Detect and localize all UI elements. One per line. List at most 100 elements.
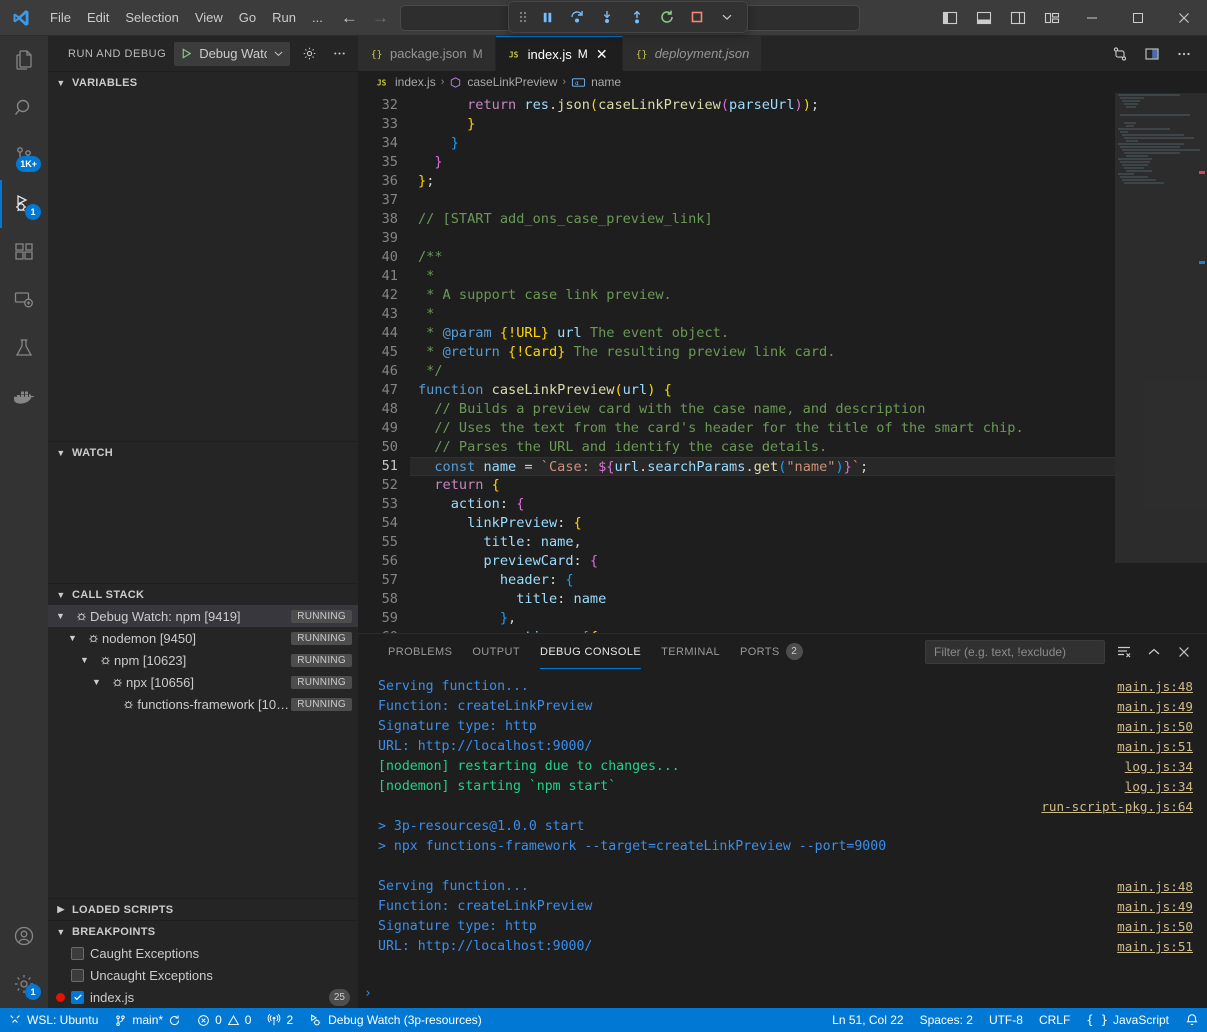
split-diff-icon[interactable] xyxy=(1109,46,1131,62)
collapse-panel-icon[interactable] xyxy=(1143,641,1165,663)
console-source-link[interactable]: main.js:50 xyxy=(1117,717,1193,737)
activity-extensions[interactable] xyxy=(0,228,48,276)
console-source-link[interactable]: main.js:48 xyxy=(1117,877,1193,897)
console-source-link[interactable]: run-script-pkg.js:64 xyxy=(1041,797,1193,817)
drag-handle-icon[interactable] xyxy=(515,10,531,24)
status-eol[interactable]: CRLF xyxy=(1031,1008,1078,1032)
console-source-link[interactable]: main.js:48 xyxy=(1117,677,1193,697)
status-remote-host[interactable]: WSL: Ubuntu xyxy=(0,1008,106,1032)
step-out-button[interactable] xyxy=(623,4,651,30)
console-source-link[interactable]: main.js:49 xyxy=(1117,697,1193,717)
minimize-button[interactable] xyxy=(1069,0,1115,35)
console-source-link[interactable]: main.js:50 xyxy=(1117,917,1193,937)
close-panel-icon[interactable] xyxy=(1173,641,1195,663)
status-language-mode[interactable]: { } JavaScript xyxy=(1078,1008,1177,1032)
call-stack-row[interactable]: ▼Debug Watch: npm [9419]RUNNING xyxy=(48,605,358,627)
more-icon[interactable] xyxy=(328,46,350,61)
panel-tab-debug-console[interactable]: DEBUG CONSOLE xyxy=(530,634,651,669)
status-notifications[interactable] xyxy=(1177,1008,1207,1032)
menu-go[interactable]: Go xyxy=(231,0,264,35)
tab-close-icon[interactable]: ✕ xyxy=(594,47,610,61)
call-stack-row[interactable]: ▼npx [10656]RUNNING xyxy=(48,671,358,693)
menu-run[interactable]: Run xyxy=(264,0,304,35)
code-content[interactable]: return res.json(caseLinkPreview(parseUrl… xyxy=(410,93,1115,633)
breakpoint-row[interactable]: Caught Exceptions xyxy=(48,942,358,964)
debug-console-output[interactable]: › Serving function...main.js:48Function:… xyxy=(358,669,1207,1008)
breakpoint-row[interactable]: index.js25 xyxy=(48,986,358,1008)
activity-explorer[interactable] xyxy=(0,36,48,84)
restart-button[interactable] xyxy=(653,4,681,30)
stop-button[interactable] xyxy=(683,4,711,30)
status-debug-session[interactable]: Debug Watch (3p-resources) xyxy=(301,1008,490,1032)
split-editor-icon[interactable] xyxy=(1141,46,1163,62)
chevron-down-icon[interactable] xyxy=(273,48,284,59)
call-stack-row[interactable]: functions-framework [106...RUNNING xyxy=(48,693,358,715)
breakpoints-header[interactable]: ▼ BREAKPOINTS xyxy=(48,920,358,942)
console-source-link[interactable]: main.js:51 xyxy=(1117,937,1193,957)
breakpoint-checkbox[interactable] xyxy=(71,991,84,1004)
call-stack-row[interactable]: ▼nodemon [9450]RUNNING xyxy=(48,627,358,649)
toggle-secondary-sidebar-icon[interactable] xyxy=(1001,0,1035,35)
activity-accounts[interactable] xyxy=(0,912,48,960)
status-branch[interactable]: main* xyxy=(106,1008,189,1032)
customize-layout-icon[interactable] xyxy=(1035,0,1069,35)
back-arrow-icon[interactable]: ← xyxy=(341,9,358,26)
activity-testing[interactable] xyxy=(0,324,48,372)
menu-selection[interactable]: Selection xyxy=(117,0,186,35)
console-source-link[interactable]: log.js:34 xyxy=(1125,777,1193,797)
console-source-link[interactable]: main.js:49 xyxy=(1117,897,1193,917)
status-ports[interactable]: 2 xyxy=(259,1008,301,1032)
minimap[interactable] xyxy=(1115,93,1207,633)
status-indentation[interactable]: Spaces: 2 xyxy=(912,1008,981,1032)
panel-tab-terminal[interactable]: TERMINAL xyxy=(651,634,730,669)
forward-arrow-icon[interactable]: → xyxy=(372,9,389,26)
panel-tab-problems[interactable]: PROBLEMS xyxy=(378,634,462,669)
console-filter-input[interactable]: Filter (e.g. text, !exclude) xyxy=(925,640,1105,664)
callstack-header[interactable]: ▼ CALL STACK xyxy=(48,583,358,605)
pause-button[interactable] xyxy=(533,4,561,30)
editor-tab-deployment-json[interactable]: {}deployment.json xyxy=(623,36,763,71)
activity-remote-explorer[interactable] xyxy=(0,276,48,324)
menu-file[interactable]: File xyxy=(42,0,79,35)
console-prompt-icon[interactable]: › xyxy=(364,984,372,1004)
loaded-scripts-header[interactable]: ▶ LOADED SCRIPTS xyxy=(48,898,358,920)
close-button[interactable] xyxy=(1161,0,1207,35)
breakpoint-checkbox[interactable] xyxy=(71,969,84,982)
breakpoint-checkbox[interactable] xyxy=(71,947,84,960)
launch-configuration-select[interactable]: Debug Watch xyxy=(174,42,290,66)
console-source-link[interactable]: main.js:51 xyxy=(1117,737,1193,757)
status-cursor-position[interactable]: Ln 51, Col 22 xyxy=(824,1008,911,1032)
breakpoint-row[interactable]: Uncaught Exceptions xyxy=(48,964,358,986)
status-problems[interactable]: 0 0 xyxy=(189,1008,259,1032)
chevron-down-icon[interactable] xyxy=(713,4,741,30)
breadcrumb-item[interactable]: caseLinkPreview xyxy=(449,75,557,89)
toggle-primary-sidebar-icon[interactable] xyxy=(933,0,967,35)
panel-tab-ports[interactable]: PORTS2 xyxy=(730,634,813,669)
maximize-button[interactable] xyxy=(1115,0,1161,35)
watch-header[interactable]: ▼ WATCH xyxy=(48,441,358,463)
editor-tab-index-js[interactable]: JSindex.jsM✕ xyxy=(496,36,623,71)
panel-tab-output[interactable]: OUTPUT xyxy=(462,634,530,669)
menu-view[interactable]: View xyxy=(187,0,231,35)
toggle-panel-icon[interactable] xyxy=(967,0,1001,35)
breadcrumb-item[interactable]: αname xyxy=(571,75,621,89)
start-debug-icon[interactable] xyxy=(180,47,193,60)
breadcrumb-item[interactable]: JSindex.js xyxy=(376,75,436,89)
gear-icon[interactable] xyxy=(298,46,320,61)
activity-source-control[interactable]: 1K+ xyxy=(0,132,48,180)
menu-more[interactable]: ... xyxy=(304,0,331,35)
activity-docker[interactable] xyxy=(0,372,48,420)
step-over-button[interactable] xyxy=(563,4,591,30)
menu-edit[interactable]: Edit xyxy=(79,0,117,35)
clear-console-icon[interactable] xyxy=(1113,641,1135,663)
code-editor[interactable]: 3233343536373839404142434445464748495051… xyxy=(358,93,1207,633)
console-source-link[interactable]: log.js:34 xyxy=(1125,757,1193,777)
variables-header[interactable]: ▼ VARIABLES xyxy=(48,71,358,93)
step-into-button[interactable] xyxy=(593,4,621,30)
status-encoding[interactable]: UTF-8 xyxy=(981,1008,1031,1032)
activity-run-and-debug[interactable]: 1 xyxy=(0,180,48,228)
call-stack-row[interactable]: ▼npm [10623]RUNNING xyxy=(48,649,358,671)
activity-search[interactable] xyxy=(0,84,48,132)
activity-settings[interactable]: 1 xyxy=(0,960,48,1008)
editor-tab-package-json[interactable]: {}package.jsonM xyxy=(358,36,496,71)
